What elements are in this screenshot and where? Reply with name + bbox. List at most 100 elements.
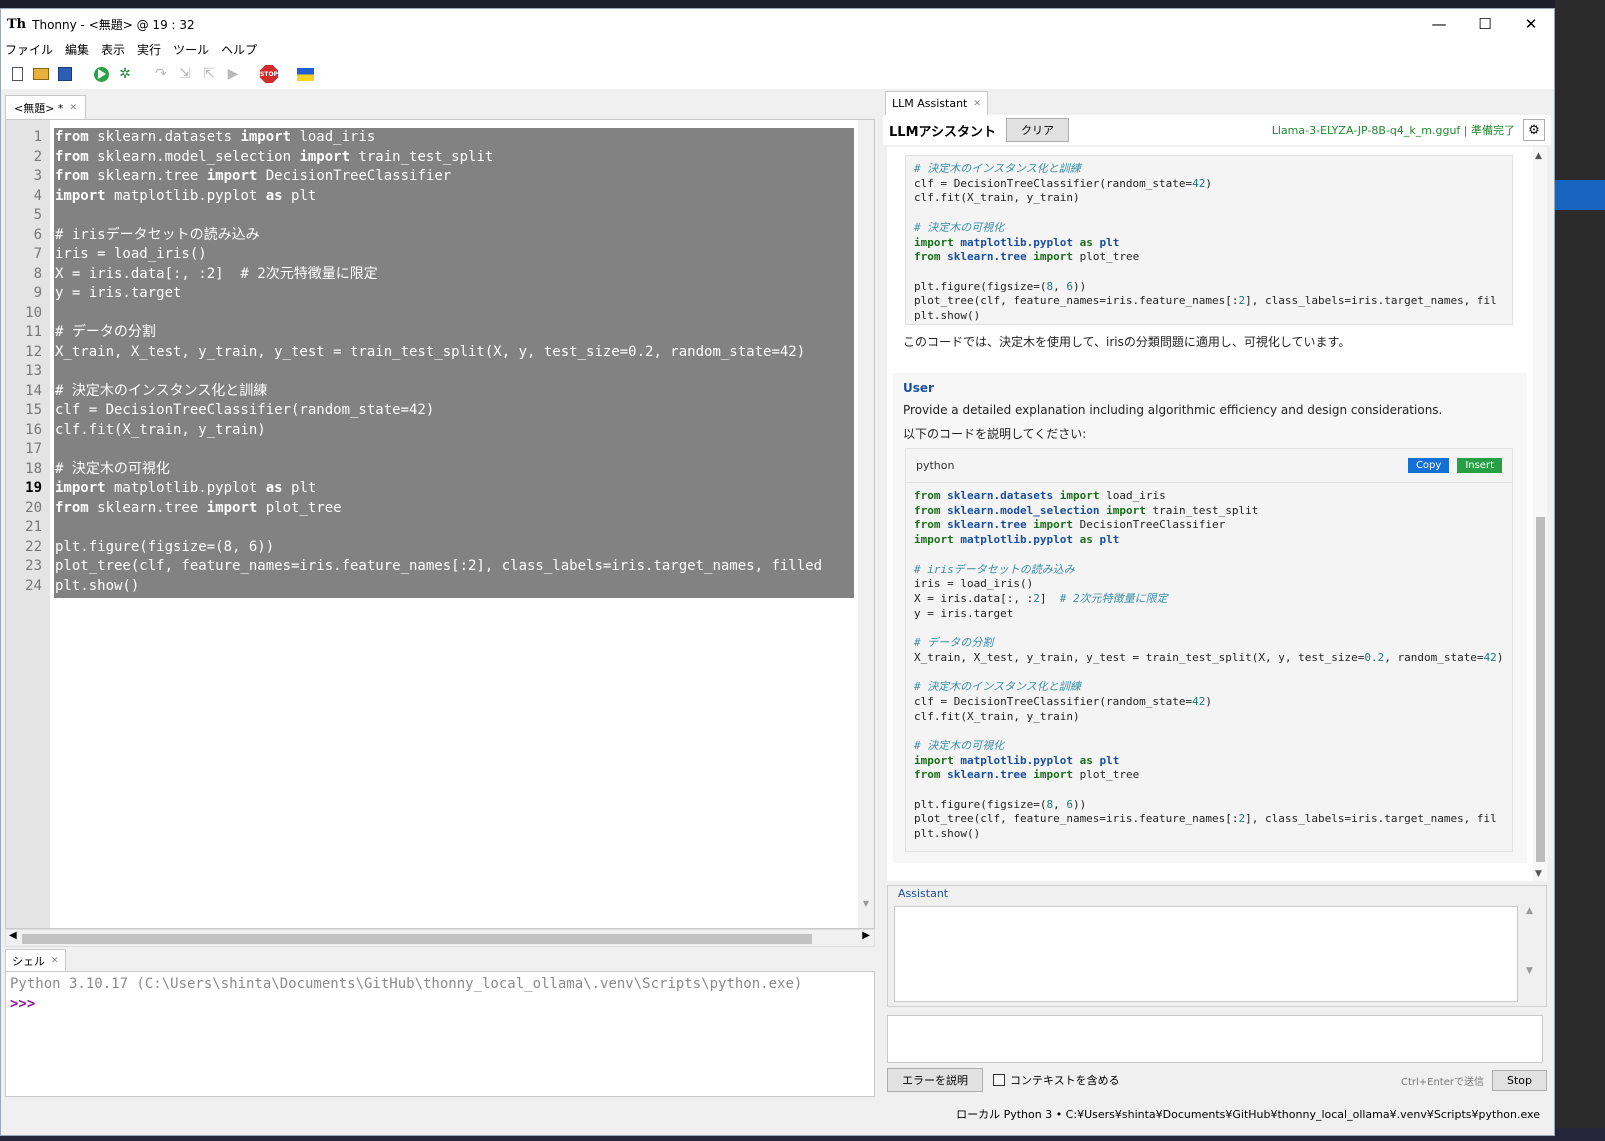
maximize-button[interactable]: ☐ <box>1462 9 1508 39</box>
line-number: 4 <box>33 187 42 204</box>
chat-input[interactable] <box>887 1015 1543 1063</box>
save-button[interactable] <box>55 64 75 84</box>
open-file-icon <box>33 68 49 80</box>
editor-tab-label: <無題> * <box>14 101 64 115</box>
shell-console[interactable]: Python 3.10.17 (C:\Users\shinta\Document… <box>5 971 875 1097</box>
explain-error-button[interactable]: エラーを説明 <box>887 1068 983 1092</box>
assistant-code-block: # 決定木のインスタンス化と訓練 clf = DecisionTreeClass… <box>905 155 1513 325</box>
code-language-label: python <box>916 459 955 472</box>
llm-assistant-tab[interactable]: LLM Assistant ✕ <box>885 91 988 115</box>
save-icon <box>58 67 72 81</box>
stop-generation-button[interactable]: Stop <box>1491 1069 1547 1091</box>
line-number: 20 <box>25 499 42 516</box>
resume-icon: ▶ <box>227 66 239 82</box>
chat-scroll-thumb[interactable] <box>1536 517 1545 862</box>
step-over-button[interactable]: ↷ <box>151 64 171 84</box>
close-llm-tab-icon[interactable]: ✕ <box>973 99 981 109</box>
include-context-checkbox[interactable]: コンテキストを含める <box>993 1072 1120 1088</box>
interpreter-status[interactable]: ローカル Python 3 • C:¥Users¥shinta¥Document… <box>956 1106 1540 1122</box>
ukraine-flag-icon <box>296 67 314 81</box>
line-number: 6 <box>33 226 42 243</box>
shell-tab-label: シェル <box>12 954 45 968</box>
scroll-up-icon[interactable]: ▲ <box>1535 151 1542 161</box>
desktop-strip <box>1555 180 1605 210</box>
line-number: 17 <box>25 441 42 457</box>
thonny-window: Th Thonny - <無題> @ 19 : 32 — ☐ ✕ ファイル 編集… <box>0 8 1555 1136</box>
stop-button[interactable]: STOP <box>259 64 279 84</box>
chat-controls: エラーを説明 コンテキストを含める Ctrl+Enterで送信 Stop <box>887 1067 1547 1093</box>
line-number: 1 <box>33 129 42 145</box>
editor-code-text[interactable]: from sklearn.datasets import load_iris f… <box>50 128 854 596</box>
copy-button[interactable]: Copy <box>1407 458 1450 473</box>
open-file-button[interactable] <box>31 64 51 84</box>
assistant-explanation: このコードでは、決定木を使用して、irisの分類問題に適用し、可視化しています。 <box>903 335 1351 349</box>
line-number: 7 <box>33 246 42 262</box>
close-button[interactable]: ✕ <box>1508 9 1554 39</box>
resume-button[interactable]: ▶ <box>223 64 243 84</box>
checkbox-box[interactable] <box>993 1074 1005 1086</box>
user-message-line1: Provide a detailed explanation including… <box>903 403 1443 417</box>
title-bar: Th Thonny - <無題> @ 19 : 32 — ☐ ✕ <box>1 9 1554 39</box>
debug-button[interactable]: ✲ <box>115 64 135 84</box>
assistant-output-scrollbar[interactable]: ▲ ▼ <box>1526 906 1540 1002</box>
include-context-label: コンテキストを含める <box>1010 1074 1120 1087</box>
shell-prompt: >>> <box>10 996 36 1012</box>
line-number: 5 <box>33 207 42 223</box>
model-status: Llama-3-ELYZA-JP-8B-q4_k_m.gguf | 準備完了 <box>1271 124 1515 137</box>
line-number: 2 <box>33 148 42 165</box>
gear-icon[interactable]: ⚙ <box>1523 119 1545 141</box>
debug-icon: ✲ <box>119 66 131 82</box>
editor-vertical-scrollbar[interactable]: ▼ <box>858 120 874 928</box>
menu-file[interactable]: ファイル <box>5 41 53 58</box>
clear-button[interactable]: クリア <box>1005 118 1069 142</box>
line-number-gutter: 1 2 3 4 5 6 7 8 9 10 11 12 13 14 15 16 17 18 19 20 21 22 23 24 <box>6 120 50 928</box>
line-number: 13 <box>25 363 42 379</box>
editor-tab[interactable]: <無題> * ✕ <box>5 95 86 119</box>
toolbar: ✲ ↷ ⇲ ⇱ ▶ STOP <box>1 59 1554 89</box>
menu-tools[interactable]: ツール <box>173 41 209 58</box>
menu-edit[interactable]: 編集 <box>65 41 89 58</box>
assistant-output-area[interactable] <box>894 906 1518 1002</box>
scroll-down-icon[interactable]: ▼ <box>858 899 874 908</box>
line-number: 19 <box>25 480 42 496</box>
line-number: 16 <box>25 421 42 438</box>
user-code-block: python Copy Insert from sklearn.datasets… <box>905 448 1513 852</box>
thonny-app-icon: Th <box>7 16 27 32</box>
scroll-right-icon[interactable]: ▶ <box>862 930 870 941</box>
support-ukraine-button[interactable] <box>295 64 315 84</box>
line-number: 22 <box>25 538 42 555</box>
new-file-button[interactable] <box>7 64 27 84</box>
run-button[interactable] <box>91 64 111 84</box>
minimize-button[interactable]: — <box>1416 9 1462 39</box>
step-out-button[interactable]: ⇱ <box>199 64 219 84</box>
llm-header: LLMアシスタント クリア Llama-3-ELYZA-JP-8B-q4_k_m… <box>883 115 1551 145</box>
shell-tab[interactable]: シェル ✕ <box>5 949 66 971</box>
line-number: 8 <box>33 265 42 282</box>
llm-assistant-pane: LLM Assistant ✕ LLMアシスタント クリア Llama-3-EL… <box>883 91 1553 1101</box>
shell-python-info: Python 3.10.17 (C:\Users\shinta\Document… <box>10 976 803 992</box>
step-over-icon: ↷ <box>155 66 167 82</box>
line-number: 11 <box>25 324 42 340</box>
assistant-code-text: # 決定木のインスタンス化と訓練 clf = DecisionTreeClass… <box>914 162 1497 323</box>
line-number: 21 <box>25 519 42 535</box>
scroll-thumb[interactable] <box>22 934 812 944</box>
line-number: 23 <box>25 558 42 574</box>
close-shell-tab-icon[interactable]: ✕ <box>51 956 59 966</box>
insert-button[interactable]: Insert <box>1457 458 1502 473</box>
scroll-down-icon[interactable]: ▼ <box>1535 869 1542 879</box>
scroll-left-icon[interactable]: ◀ <box>9 930 17 941</box>
code-editor[interactable]: 1 2 3 4 5 6 7 8 9 10 11 12 13 14 15 16 17 18 19 20 21 22 23 24 … <box>5 119 875 929</box>
step-into-button[interactable]: ⇲ <box>175 64 195 84</box>
editor-horizontal-scrollbar[interactable]: ◀ ▶ <box>5 929 875 947</box>
chat-scrollbar[interactable]: ▲ ▼ <box>1533 147 1547 881</box>
step-into-icon: ⇲ <box>179 66 191 82</box>
close-tab-icon[interactable]: ✕ <box>69 103 77 113</box>
editor-pane: <無題> * ✕ 1 2 3 4 5 6 7 8 9 10 11 12 13 14 15 16 17 18 19 20… <box>1 91 877 949</box>
menu-run[interactable]: 実行 <box>137 41 161 58</box>
line-number: 9 <box>33 285 42 301</box>
menu-view[interactable]: 表示 <box>101 41 125 58</box>
chat-history[interactable]: # 決定木のインスタンス化と訓練 clf = DecisionTreeClass… <box>887 147 1547 881</box>
line-number: 24 <box>25 577 42 594</box>
menu-help[interactable]: ヘルプ <box>221 41 257 58</box>
user-code-text: from sklearn.datasets import load_iris f… <box>914 489 1504 841</box>
